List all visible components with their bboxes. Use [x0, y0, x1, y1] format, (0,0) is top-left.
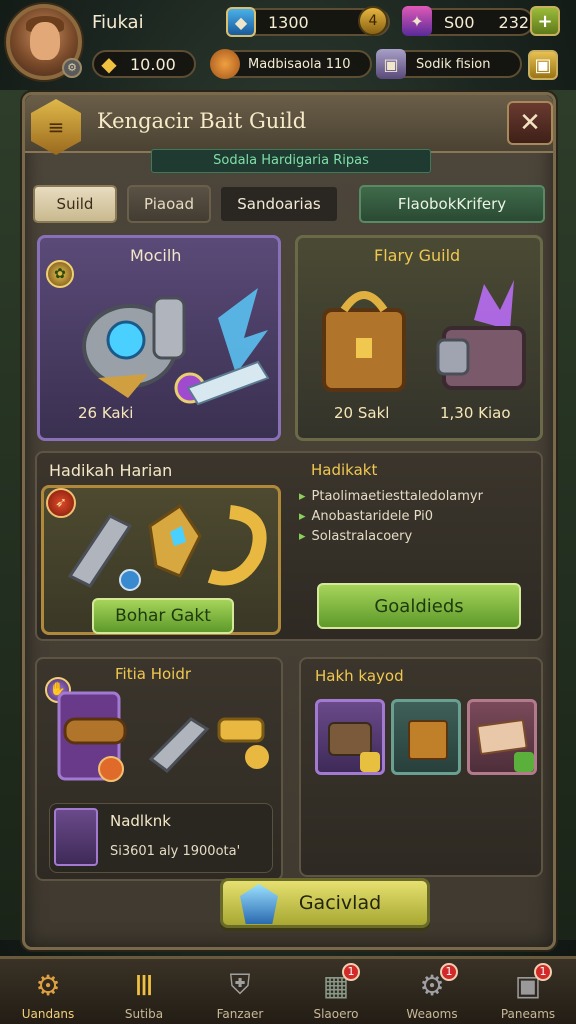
leaf-badge-icon: [514, 752, 534, 772]
tab-guild[interactable]: Suild: [33, 185, 117, 223]
avatar-face: [30, 22, 60, 60]
reward-slot-2[interactable]: [391, 699, 461, 775]
weapon-bundle-card[interactable]: ➶ Bohar Gakt: [41, 485, 281, 635]
tab-bar: Suild Piaoad Sandoarias FlaobokKrifery: [33, 185, 545, 225]
nav-item-paneams[interactable]: ▣ Paneams 1: [480, 959, 576, 1024]
panel-subtitle: Sodala Hardigaria Ripas: [151, 149, 431, 173]
gold-counter: ◆ 10.00: [92, 50, 196, 78]
nav-label: Sutiba: [124, 1007, 164, 1021]
offers-section: Hadikah Harian Hadikakt ➶ Bohar Gakt ▸ Pt…: [35, 451, 543, 641]
notification-badge: 1: [342, 963, 360, 981]
tab-sandoarias[interactable]: Sandoarias: [219, 185, 339, 223]
panel-title-bar: ≡ Kengacir Bait Guild ✕: [25, 95, 553, 155]
tab-placed[interactable]: Piaoad: [127, 185, 211, 223]
scroll-label: Sodik fision: [416, 56, 491, 72]
notification-badge: 1: [534, 963, 552, 981]
card-price-right: 1,30 Kiao: [440, 404, 511, 422]
shield-icon: ⛨: [229, 968, 251, 1001]
pillars-icon: Ⅲ: [134, 968, 154, 1002]
gems-value: 1300: [268, 12, 309, 32]
reward-slot-1[interactable]: [315, 699, 385, 775]
armor-item-icons: [82, 288, 270, 406]
crystals-value: S00: [444, 12, 475, 32]
crystal-icon: ✦: [402, 6, 432, 36]
card-price: 26 Kaki: [78, 404, 134, 422]
info-line-1: ▸ Ptaolimaetiesttaledolamyr: [299, 489, 483, 504]
bundle-buy-button[interactable]: Bohar Gakt: [92, 598, 234, 634]
bottom-nav: ⚙ Uandans Ⅲ Sutiba ⛨ Fanzaer ▦ Slaoero 1…: [0, 956, 576, 1024]
section-title: Fitia Hoidr: [115, 665, 192, 683]
section-title: Hakh kayod: [315, 667, 404, 685]
member-info: Si3601 aly 1900ota': [110, 844, 241, 859]
top-hud: ⚙ Fiukai ◆ 1300 4 ✦ S00 232 + ◆ 10.00 Ma…: [0, 0, 576, 92]
nav-label: Weaoms: [406, 1007, 458, 1021]
nav-item-slaoero[interactable]: ▦ Slaoero 1: [288, 959, 384, 1024]
card-title: Flary Guild: [374, 246, 461, 265]
member-name: Nadlknk: [110, 812, 171, 830]
card-title: Mocilh: [130, 246, 182, 265]
guild-coin-counter: Madbisaola 110: [210, 49, 372, 79]
notification-badge: 1: [440, 963, 458, 981]
tab-flaobok[interactable]: FlaobokKrifery: [359, 185, 545, 223]
gold-value: 10.00: [130, 54, 176, 74]
player-name: Fiukai: [92, 12, 144, 33]
info-title: Hadikakt: [311, 461, 378, 479]
level-badge: 4: [358, 6, 388, 36]
nav-label: Paneams: [500, 1007, 556, 1021]
info-line-2: ▸ Anobastaridele Pi0: [299, 509, 434, 524]
book-icon: [476, 718, 528, 756]
add-currency-button[interactable]: +: [530, 6, 560, 36]
scroll-icon: ▣: [376, 49, 406, 79]
nav-label: Slaoero: [313, 1007, 359, 1021]
helmet-chest-icon: [328, 722, 372, 756]
weapon-item-icons: [67, 503, 267, 591]
close-button[interactable]: ✕: [507, 101, 553, 145]
gold-diamond-icon: ◆: [101, 52, 117, 76]
panel-title: Kengacir Bait Guild: [97, 109, 307, 133]
guild-badge-icon: ≡: [31, 99, 81, 155]
nav-label: Uandans: [21, 1007, 75, 1021]
scroll-counter: ▣ Sodik fision: [376, 49, 522, 79]
crystals-counter: ✦ S00 232: [402, 6, 534, 36]
chest-item-icons: [322, 280, 526, 392]
card-price-left: 20 Sakl: [334, 404, 390, 422]
nav-item-uandans[interactable]: ⚙ Uandans: [0, 959, 96, 1024]
bundle-item-icons: [57, 691, 269, 782]
hakh-kayod-section: Hakh kayod: [299, 657, 543, 877]
wooden-chest-icon: [408, 720, 448, 760]
info-line-3: ▸ Solastralacoery: [299, 529, 413, 544]
reward-slot-3[interactable]: [467, 699, 537, 775]
item-card-flary-guild[interactable]: Flary Guild 20 Sakl 1,30 Kiao: [295, 235, 543, 441]
nav-item-sutiba[interactable]: Ⅲ Sutiba: [96, 959, 192, 1024]
gear-icon: ⚙: [35, 968, 61, 1002]
coin-icon: [210, 49, 240, 79]
nav-item-weaoms[interactable]: ⚙ Weaoms 1: [384, 959, 480, 1024]
member-portrait-icon: [54, 808, 98, 866]
energy-value: 232: [498, 12, 530, 32]
avatar-settings-icon[interactable]: ⚙: [62, 58, 82, 78]
item-card-mocilh[interactable]: Mocilh ✿ 26 Kaki: [37, 235, 281, 441]
nav-item-fanzaer[interactable]: ⛨ Fanzaer: [192, 959, 288, 1024]
member-row[interactable]: Nadlknk Si3601 aly 1900ota': [49, 803, 273, 873]
level-value: 4: [368, 13, 378, 29]
goaldieds-button[interactable]: Goaldieds: [317, 583, 521, 629]
guild-panel: ≡ Kengacir Bait Guild ✕ Sodala Hardigari…: [22, 92, 556, 950]
section-title: Hadikah Harian: [49, 461, 173, 480]
gold-coin-icon: [360, 752, 380, 772]
nav-label: Fanzaer: [216, 1007, 264, 1021]
gem-icon: ◆: [226, 7, 256, 37]
guild-coin-label: Madbisaola 110: [248, 56, 351, 72]
fitia-hoidr-section: Fitia Hoidr ✋ Nadlknk Si3601 aly 1900ota…: [35, 657, 283, 881]
treasure-chest-button[interactable]: ▣: [528, 50, 558, 80]
